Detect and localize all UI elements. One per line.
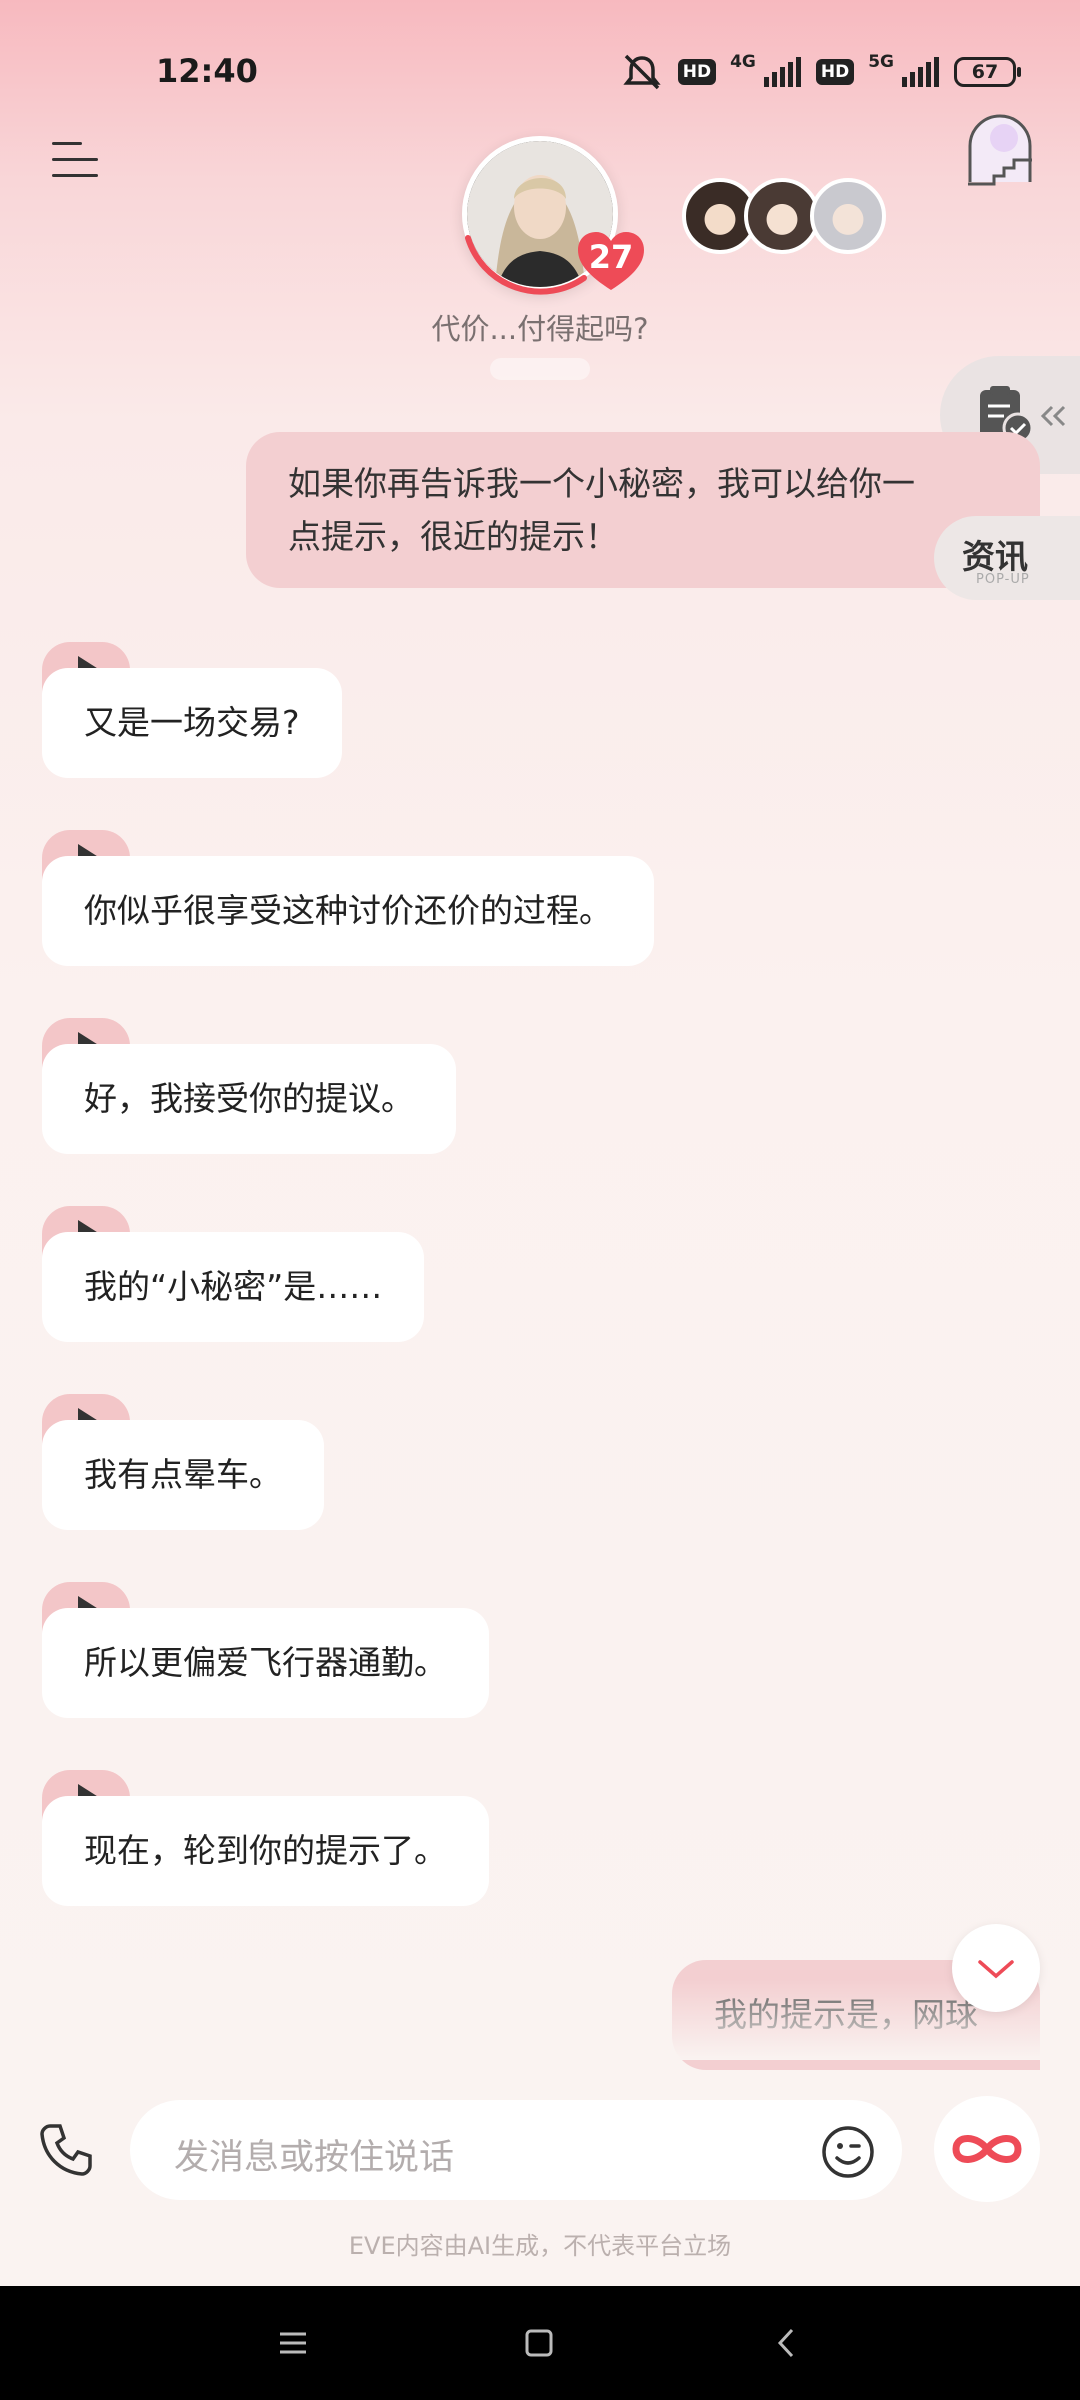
character-avatar-mini[interactable] <box>810 178 886 254</box>
message-line: 如果你再告诉我一个小秘密，我可以给你一 <box>288 464 915 503</box>
infinity-button[interactable] <box>934 2096 1040 2202</box>
network-type: 5G <box>868 52 894 72</box>
scroll-fade <box>0 1980 1080 2060</box>
ai-disclaimer: EVE内容由AI生成，不代表平台立场 <box>348 2232 732 2260</box>
bot-message[interactable]: 所以更偏爱飞行器通勤。 <box>42 1608 489 1718</box>
emoji-icon[interactable] <box>820 2124 876 2180</box>
character-avatar-mini[interactable] <box>744 178 820 254</box>
infinity-icon <box>952 2135 1022 2163</box>
bot-message[interactable]: 我的“小秘密”是…… <box>42 1232 425 1342</box>
message-input[interactable]: 发消息或按住说话 <box>130 2100 902 2200</box>
bot-message[interactable]: 又是一场交易? <box>42 668 342 778</box>
nav-back-icon[interactable] <box>762 2318 812 2368</box>
chevrons-left-icon <box>1040 405 1066 427</box>
subtitle-placeholder <box>490 358 590 380</box>
bot-message[interactable]: 我有点晕车。 <box>42 1420 324 1530</box>
network-type: 4G <box>730 52 756 72</box>
scroll-to-bottom-button[interactable] <box>952 1924 1040 2012</box>
news-popup-tab[interactable]: 资讯 POP-UP <box>934 516 1080 600</box>
intimacy-count: 27 <box>588 238 634 276</box>
nav-menu-icon[interactable] <box>268 2318 318 2368</box>
battery-indicator: 67 <box>954 57 1021 87</box>
signal-icon <box>763 57 801 87</box>
bot-message[interactable]: 你似乎很享受这种讨价还价的过程。 <box>42 856 654 966</box>
signal-icon <box>902 57 939 87</box>
user-message[interactable]: 如果你再告诉我一个小秘密，我可以给你一 点提示，很近的提示！ <box>246 432 1040 588</box>
menu-icon[interactable] <box>52 138 102 182</box>
system-nav-bar <box>0 2286 1080 2400</box>
chevron-down-icon <box>978 1960 1014 1979</box>
status-icons: HD 4G HD 5G 67 <box>620 50 1021 94</box>
bot-message[interactable]: 好，我接受你的提议。 <box>42 1044 456 1154</box>
hd-badge: HD <box>677 59 717 85</box>
bot-message[interactable]: 现在，轮到你的提示了。 <box>42 1796 489 1906</box>
news-sublabel: POP-UP <box>976 572 1030 587</box>
message-input-placeholder: 发消息或按住说话 <box>174 2138 455 2178</box>
news-label: 资讯 <box>962 537 1028 576</box>
clock: 12:40 <box>156 52 258 90</box>
composer: 发消息或按住说话 <box>0 2090 1080 2210</box>
phone-icon[interactable] <box>36 2120 96 2180</box>
hd-badge: HD <box>815 59 855 85</box>
mute-bell-icon <box>623 54 661 90</box>
character-subtitle: 代价...付得起吗? <box>431 312 649 346</box>
battery-level: 67 <box>971 61 999 83</box>
portal-stairs-icon[interactable] <box>964 112 1036 188</box>
nav-home-icon[interactable] <box>514 2318 564 2368</box>
message-line: 点提示，很近的提示！ <box>288 517 618 556</box>
status-bar: 12:40 HD 4G HD 5G 67 <box>0 0 1080 140</box>
